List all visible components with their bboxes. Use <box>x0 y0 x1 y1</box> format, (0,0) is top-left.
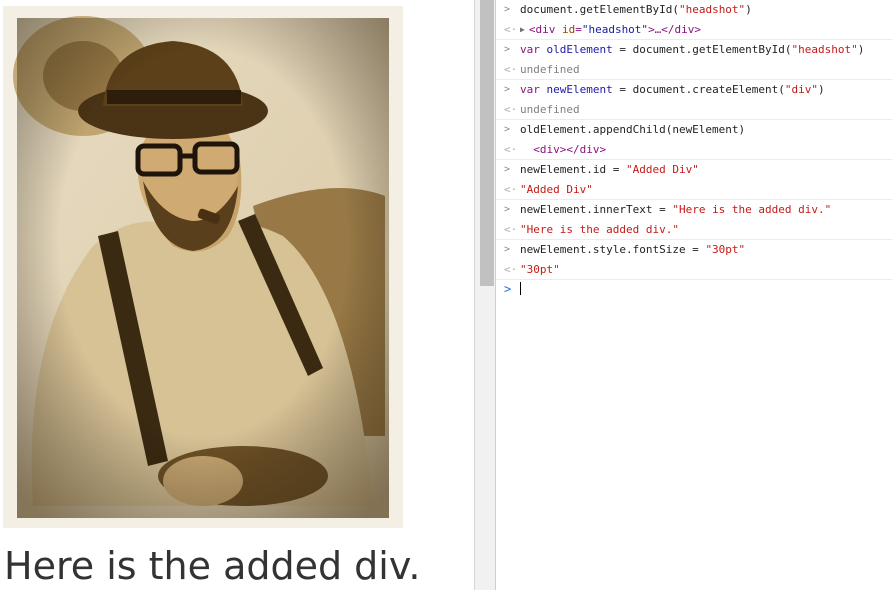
code-token: "div" <box>784 83 819 96</box>
input-chevron-icon: > <box>504 164 511 175</box>
output-arrow-icon: <· <box>504 182 518 196</box>
code-token: id <box>561 22 576 36</box>
code-token: "headshot" <box>791 43 858 56</box>
code-token: "headshot" <box>678 3 746 16</box>
console-input-line: > var oldElement = document.getElementByI… <box>496 40 892 60</box>
console-input-line: > document.getElementById("headshot") <box>496 0 892 20</box>
console-output-line: <· <div></div> <box>496 140 892 160</box>
console-input-line: > newElement.id = "Added Div" <box>496 160 892 180</box>
code-token: oldElement <box>546 43 613 56</box>
code-token: "Here is the added div." <box>672 203 832 216</box>
console-output-line: <· "Here is the added div." <box>496 220 892 240</box>
code-token: "Added Div" <box>625 163 699 176</box>
console-input-line: > newElement.innerText = "Here is the add… <box>496 200 892 220</box>
console-output-line: <· "30pt" <box>496 260 892 280</box>
code-token: newElement.id = <box>520 163 626 176</box>
output-arrow-icon: <· <box>504 262 518 276</box>
output-arrow-icon: <· <box>504 102 518 116</box>
code-token: oldElement.appendChild(newElement) <box>520 123 746 136</box>
console-input-line: > var newElement = document.createElement… <box>496 80 892 100</box>
console-prompt[interactable]: > <box>496 280 892 300</box>
code-token: "30pt" <box>520 262 560 276</box>
code-token: var <box>520 43 547 56</box>
code-token: newElement.innerText = <box>520 203 673 216</box>
scrollbar-thumb[interactable] <box>480 0 494 286</box>
devtools-console[interactable]: > document.getElementById("headshot") <· ▶ <… <box>496 0 892 590</box>
output-arrow-icon: <· <box>504 142 518 156</box>
console-history: > document.getElementById("headshot") <· ▶ <… <box>496 0 892 280</box>
console-output-line: <· "Added Div" <box>496 180 892 200</box>
input-chevron-icon: > <box>504 204 511 215</box>
output-arrow-icon: <· <box>504 62 518 76</box>
code-token: document.getElementById( <box>520 3 679 16</box>
console-input-line: > newElement.style.fontSize = "30pt" <box>496 240 892 260</box>
code-token: = document.getElementById( <box>612 43 792 56</box>
code-token: ) <box>857 43 865 56</box>
input-chevron-icon: > <box>504 4 511 15</box>
code-token: >…</div> <box>648 22 702 36</box>
input-chevron-icon: > <box>504 44 511 55</box>
code-token: ) <box>818 83 825 96</box>
expand-triangle-icon[interactable]: ▶ <box>520 25 525 34</box>
code-token: var <box>520 83 547 96</box>
page-viewport: Here is the added div. <box>0 0 474 590</box>
code-token: newElement <box>546 83 613 96</box>
code-token: "Added Div" <box>520 182 593 196</box>
console-input-line: > oldElement.appendChild(newElement) <box>496 120 892 140</box>
input-chevron-icon: > <box>504 244 511 255</box>
code-token: = <box>575 22 582 36</box>
code-token: = document.createElement( <box>612 83 785 96</box>
code-token: undefined <box>520 102 580 116</box>
input-chevron-icon: > <box>504 124 511 135</box>
code-token: newElement.style.fontSize = <box>520 243 706 256</box>
console-output-line: <· undefined <box>496 60 892 80</box>
code-token: "Here is the added div." <box>520 222 679 236</box>
code-token: <div></div> <box>520 142 607 156</box>
output-arrow-icon: <· <box>504 222 518 236</box>
headshot-image <box>3 6 403 528</box>
code-token: "headshot" <box>581 22 649 36</box>
code-token: undefined <box>520 62 580 76</box>
prompt-chevron-icon: > <box>504 282 512 296</box>
output-arrow-icon: <· <box>504 22 518 36</box>
added-div: Here is the added div. <box>4 544 421 588</box>
code-token: <div <box>528 22 562 36</box>
input-chevron-icon: > <box>504 84 511 95</box>
code-token: "30pt" <box>705 243 746 256</box>
code-token: ) <box>745 3 752 16</box>
console-output-line: <· undefined <box>496 100 892 120</box>
console-output-line[interactable]: <· ▶ <div id="headshot">…</div> <box>496 20 892 40</box>
text-caret <box>520 282 521 295</box>
